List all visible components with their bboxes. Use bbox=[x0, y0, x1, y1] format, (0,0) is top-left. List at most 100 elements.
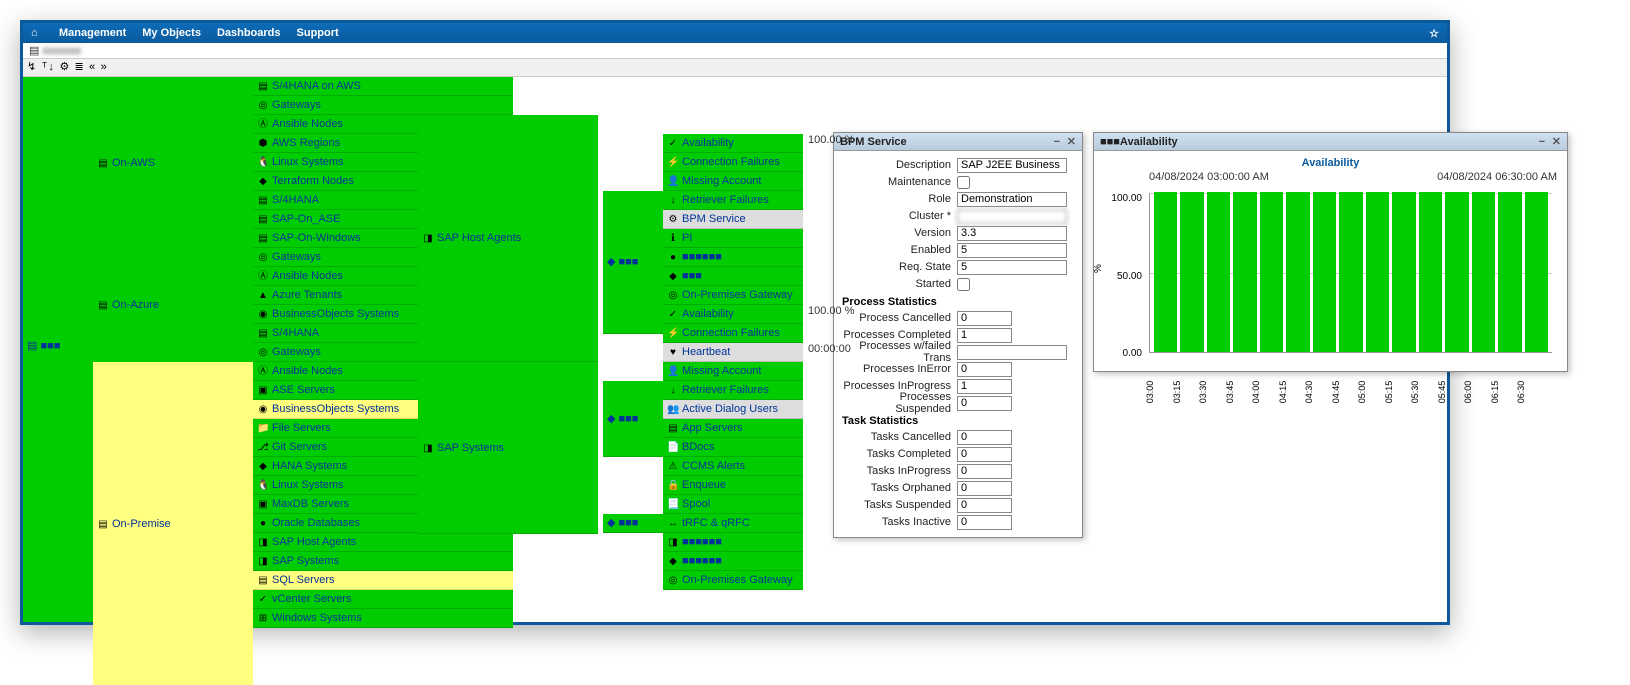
field-process-cancelled[interactable] bbox=[957, 311, 1012, 326]
metric-app-servers[interactable]: ▤App Servers▶ bbox=[663, 419, 803, 438]
field-started[interactable] bbox=[957, 278, 970, 291]
panel-collapse[interactable]: − bbox=[1054, 136, 1062, 148]
chart-area: % 100.00 50.00 0.00 03:0003:1503:3003:45… bbox=[1094, 183, 1567, 383]
home-icon[interactable]: ⌂ bbox=[31, 27, 43, 39]
menu-bar: ⌂ Management My Objects Dashboards Suppo… bbox=[23, 23, 1447, 43]
field-processes-inerror[interactable] bbox=[957, 362, 1012, 377]
field-tasks-orphaned[interactable] bbox=[957, 481, 1012, 496]
tb-collapse[interactable]: « bbox=[89, 62, 96, 74]
group-on-premise[interactable]: ▤On-Premise▶ bbox=[93, 515, 253, 534]
main-area: ▤ ■■■ ▤On-AWS▶ ▤On-Azure▶ ▤On-Premise▶ ▤S/… bbox=[23, 77, 1447, 622]
sys-sap-host-agents[interactable]: ◨SAP Host Agents▶ bbox=[253, 533, 513, 552]
metric-missing-account[interactable]: 👤Missing Account▶ bbox=[663, 362, 803, 381]
sys-s-4hana-on-aws[interactable]: ▤S/4HANA on AWS▶ bbox=[253, 77, 513, 96]
metric--[interactable]: ◆■■■■■■▶ bbox=[663, 552, 803, 571]
host-node[interactable]: ◆ ■■■▶ bbox=[603, 514, 663, 533]
bar bbox=[1392, 192, 1415, 352]
panel2-collapse[interactable]: − bbox=[1539, 136, 1547, 148]
bar bbox=[1498, 192, 1521, 352]
menu-myobjects[interactable]: My Objects bbox=[142, 27, 201, 39]
tb-cfg[interactable]: ⚙ bbox=[60, 62, 70, 74]
metric-bpm-service[interactable]: ⚙BPM Service▶ bbox=[663, 210, 803, 229]
panel-title: BPM Service − ✕ bbox=[834, 133, 1082, 151]
metric-enqueue[interactable]: 🔒Enqueue▶ bbox=[663, 476, 803, 495]
field-tasks-cancelled[interactable] bbox=[957, 430, 1012, 445]
tb-expand[interactable]: » bbox=[100, 62, 107, 74]
sys-sap-systems[interactable]: ◨SAP Systems▶ bbox=[253, 552, 513, 571]
field-processes-suspended[interactable] bbox=[957, 396, 1012, 411]
panel-close[interactable]: ✕ bbox=[1067, 136, 1078, 148]
metric-active-dialog-users[interactable]: 👥Active Dialog Users▶ bbox=[663, 400, 803, 419]
sys-vcenter-servers[interactable]: ✓vCenter Servers▶ bbox=[253, 590, 513, 609]
metric--[interactable]: ◨■■■■■■▶ bbox=[663, 533, 803, 552]
sys-gateways[interactable]: ◎Gateways▶ bbox=[253, 96, 513, 115]
metric-pi[interactable]: ℹPI▶ bbox=[663, 229, 803, 248]
host-node[interactable]: ◆ ■■■▶ bbox=[603, 191, 663, 334]
field-tasks-inactive[interactable] bbox=[957, 515, 1012, 530]
agent-sap-host-agents[interactable]: ◨SAP Host Agents▶ bbox=[418, 115, 598, 362]
metric-value: 100.00 % bbox=[808, 134, 868, 146]
panel-bpm-service: BPM Service − ✕ DescriptionMaintenanceRo… bbox=[833, 132, 1083, 538]
field-req-state[interactable] bbox=[957, 260, 1067, 275]
field-tasks-inprogress[interactable] bbox=[957, 464, 1012, 479]
metric-value: 00:00:00 bbox=[808, 343, 868, 355]
host-node[interactable]: ◆ ■■■▶ bbox=[603, 381, 663, 457]
panel2-close[interactable]: ✕ bbox=[1552, 136, 1563, 148]
sys-sql-servers[interactable]: ▤SQL Servers▶ bbox=[253, 571, 513, 590]
chart-ylabel: % bbox=[1093, 264, 1104, 273]
bar bbox=[1472, 192, 1495, 352]
metric-spool[interactable]: 📃Spool▶ bbox=[663, 495, 803, 514]
metric-on-premises-gateway[interactable]: ◎On-Premises Gateway▶ bbox=[663, 571, 803, 590]
metric-availability[interactable]: ✓Availability▶ bbox=[663, 134, 803, 153]
bar bbox=[1260, 192, 1283, 352]
toolbar: ↯ ᵀ↓ ⚙ ≣ « » bbox=[23, 59, 1447, 77]
field-description[interactable] bbox=[957, 158, 1067, 173]
metric--[interactable]: ◆■■■▶ bbox=[663, 267, 803, 286]
bar bbox=[1445, 192, 1468, 352]
metric-retriever-failures[interactable]: ↓Retriever Failures▶ bbox=[663, 381, 803, 400]
field-tasks-completed[interactable] bbox=[957, 447, 1012, 462]
field-role[interactable] bbox=[957, 192, 1067, 207]
menu-management[interactable]: Management bbox=[59, 27, 126, 39]
metric-connection-failures[interactable]: ⚡Connection Failures▶ bbox=[663, 324, 803, 343]
breadcrumb: ▤ xxxxxxx bbox=[23, 43, 1447, 59]
metric-trfc-qrfc[interactable]: ↔tRFC & qRFC▶ bbox=[663, 514, 803, 533]
sys-windows-systems[interactable]: ⊞Windows Systems▶ bbox=[253, 609, 513, 628]
metric-ccms-alerts[interactable]: ⚠CCMS Alerts▶ bbox=[663, 457, 803, 476]
menu-dashboards[interactable]: Dashboards bbox=[217, 27, 281, 39]
bar bbox=[1419, 192, 1442, 352]
metric-availability[interactable]: ✓Availability▶ bbox=[663, 305, 803, 324]
panel2-title: ■■■Availability − ✕ bbox=[1094, 133, 1567, 151]
field-processes-completed[interactable] bbox=[957, 328, 1012, 343]
metric-connection-failures[interactable]: ⚡Connection Failures▶ bbox=[663, 153, 803, 172]
field-version[interactable] bbox=[957, 226, 1067, 241]
field-processes-w-failed-trans[interactable] bbox=[957, 345, 1067, 360]
group-on-azure[interactable]: ▤On-Azure▶ bbox=[93, 296, 253, 315]
star-icon[interactable]: ☆ bbox=[1429, 27, 1439, 40]
field-processes-inprogress[interactable] bbox=[957, 379, 1012, 394]
metric-missing-account[interactable]: 👤Missing Account▶ bbox=[663, 172, 803, 191]
metric-value: 100.00 % bbox=[808, 305, 868, 317]
agent-sap-systems[interactable]: ◨SAP Systems▶ bbox=[418, 362, 598, 534]
metric-on-premises-gateway[interactable]: ◎On-Premises Gateway▶ bbox=[663, 286, 803, 305]
root-node[interactable]: ▤ ■■■ bbox=[27, 339, 60, 352]
field-cluster-[interactable] bbox=[957, 209, 1067, 224]
field-enabled[interactable] bbox=[957, 243, 1067, 258]
bar bbox=[1313, 192, 1336, 352]
metric-heartbeat[interactable]: ♥Heartbeat▶ bbox=[663, 343, 803, 362]
metric--[interactable]: ●■■■■■■▶ bbox=[663, 248, 803, 267]
field-maintenance[interactable] bbox=[957, 176, 970, 189]
menu-support[interactable]: Support bbox=[297, 27, 339, 39]
bar bbox=[1339, 192, 1362, 352]
tb-list[interactable]: ≣ bbox=[74, 62, 83, 74]
col-groups: ▤On-AWS▶ ▤On-Azure▶ ▤On-Premise▶ bbox=[93, 77, 253, 628]
bar bbox=[1154, 192, 1177, 352]
tb-refresh[interactable]: ↯ bbox=[27, 62, 36, 74]
group-on-aws[interactable]: ▤On-AWS▶ bbox=[93, 154, 253, 173]
field-tasks-suspended[interactable] bbox=[957, 498, 1012, 513]
chart-title: Availability bbox=[1094, 157, 1567, 169]
tb-tree[interactable]: ᵀ↓ bbox=[41, 62, 54, 74]
metric-bdocs[interactable]: 📄BDocs▶ bbox=[663, 438, 803, 457]
chart-date-end: 04/08/2024 06:30:00 AM bbox=[1437, 171, 1557, 183]
metric-retriever-failures[interactable]: ↓Retriever Failures▶ bbox=[663, 191, 803, 210]
